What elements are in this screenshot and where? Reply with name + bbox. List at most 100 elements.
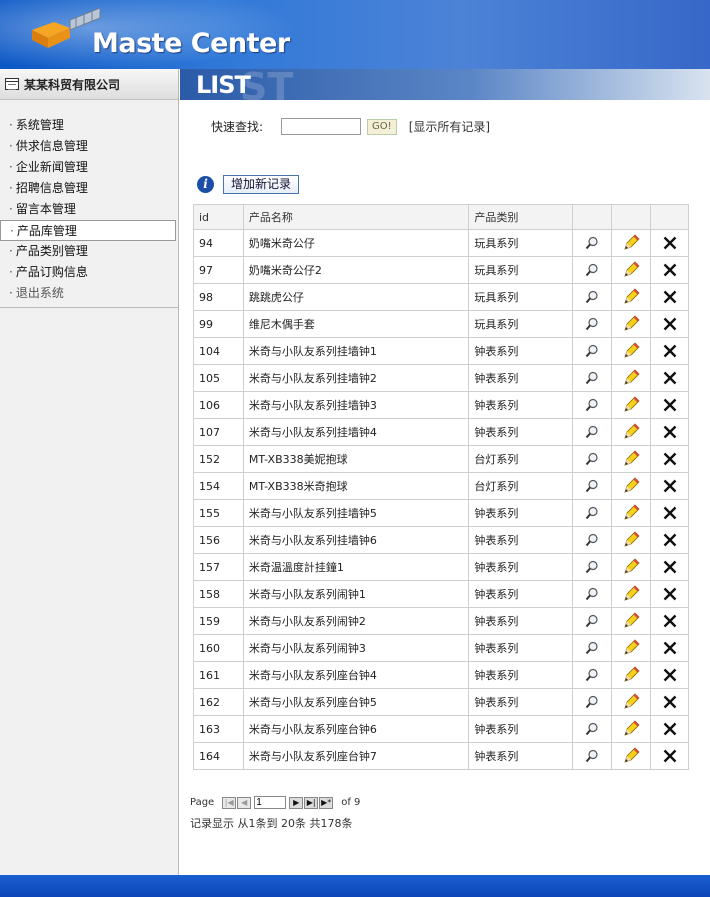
- close-x-icon[interactable]: [663, 398, 677, 412]
- close-x-icon[interactable]: [663, 560, 677, 574]
- pencil-icon[interactable]: [622, 234, 640, 250]
- pencil-icon[interactable]: [622, 747, 640, 763]
- pencil-icon[interactable]: [622, 396, 640, 412]
- new-page-button[interactable]: ▶*: [319, 796, 334, 809]
- pencil-icon[interactable]: [622, 342, 640, 358]
- page-title: LIST: [196, 71, 251, 99]
- cell-name: 米奇与小队友系列座台钟7: [242, 742, 470, 770]
- first-page-button[interactable]: |◀: [222, 796, 237, 809]
- pencil-icon[interactable]: [622, 693, 640, 709]
- header-view: [572, 204, 613, 230]
- close-x-icon[interactable]: [663, 344, 677, 358]
- pencil-icon[interactable]: [622, 423, 640, 439]
- magnifier-icon[interactable]: [585, 533, 599, 547]
- close-x-icon[interactable]: [663, 452, 677, 466]
- pencil-icon[interactable]: [622, 585, 640, 601]
- edit-cell: [611, 310, 652, 338]
- close-x-icon[interactable]: [663, 614, 677, 628]
- pencil-icon[interactable]: [622, 531, 640, 547]
- sidebar-item-guestbook[interactable]: · 留言本管理: [0, 199, 178, 220]
- pencil-icon[interactable]: [622, 504, 640, 520]
- prev-page-button[interactable]: ◀: [237, 796, 252, 809]
- close-x-icon[interactable]: [663, 749, 677, 763]
- pencil-icon[interactable]: [622, 288, 640, 304]
- close-x-icon[interactable]: [663, 317, 677, 331]
- add-record-button[interactable]: 增加新记录: [223, 175, 300, 194]
- bullet-icon: ·: [9, 160, 13, 174]
- cell-id: 94: [193, 229, 244, 257]
- last-page-button[interactable]: ▶|: [304, 796, 319, 809]
- magnifier-icon[interactable]: [585, 263, 599, 277]
- delete-cell: [650, 634, 689, 662]
- bullet-icon: ·: [9, 181, 13, 195]
- sidebar-item-products[interactable]: · 产品库管理: [0, 220, 176, 241]
- document-icon: [5, 78, 19, 90]
- page-number-input[interactable]: [254, 796, 287, 809]
- view-cell: [572, 499, 613, 527]
- close-x-icon[interactable]: [663, 587, 677, 601]
- pencil-icon[interactable]: [622, 720, 640, 736]
- pencil-icon[interactable]: [622, 450, 640, 466]
- sidebar-item-recruit[interactable]: · 招聘信息管理: [0, 178, 178, 199]
- table-row: 104 米奇与小队友系列挂墙钟1 钟表系列: [193, 337, 689, 365]
- magnifier-icon[interactable]: [585, 479, 599, 493]
- magnifier-icon[interactable]: [585, 587, 599, 601]
- cell-name: 米奇与小队友系列闹钟3: [242, 634, 470, 662]
- edit-cell: [611, 364, 652, 392]
- close-x-icon[interactable]: [663, 263, 677, 277]
- search-input[interactable]: [281, 118, 362, 135]
- close-x-icon[interactable]: [663, 506, 677, 520]
- sidebar-item-categories[interactable]: · 产品类别管理: [0, 241, 178, 262]
- close-x-icon[interactable]: [663, 425, 677, 439]
- pencil-icon[interactable]: [622, 315, 640, 331]
- pencil-icon[interactable]: [622, 261, 640, 277]
- close-x-icon[interactable]: [663, 371, 677, 385]
- magnifier-icon[interactable]: [585, 641, 599, 655]
- magnifier-icon[interactable]: [585, 614, 599, 628]
- magnifier-icon[interactable]: [585, 317, 599, 331]
- delete-cell: [650, 256, 689, 284]
- magnifier-icon[interactable]: [585, 695, 599, 709]
- edit-cell: [611, 607, 652, 635]
- magnifier-icon[interactable]: [585, 425, 599, 439]
- close-x-icon[interactable]: [663, 533, 677, 547]
- magnifier-icon[interactable]: [585, 236, 599, 250]
- sidebar-item-system[interactable]: · 系统管理: [0, 115, 178, 136]
- close-x-icon[interactable]: [663, 695, 677, 709]
- go-button[interactable]: GO!: [367, 118, 397, 135]
- pencil-icon[interactable]: [622, 639, 640, 655]
- magnifier-icon[interactable]: [585, 722, 599, 736]
- next-page-button[interactable]: ▶: [289, 796, 304, 809]
- magnifier-icon[interactable]: [585, 749, 599, 763]
- close-x-icon[interactable]: [663, 722, 677, 736]
- close-x-icon[interactable]: [663, 641, 677, 655]
- cell-id: 156: [193, 526, 244, 554]
- pencil-icon[interactable]: [622, 477, 640, 493]
- table-row: 155 米奇与小队友系列挂墙钟5 钟表系列: [193, 499, 689, 527]
- close-x-icon[interactable]: [663, 479, 677, 493]
- pencil-icon[interactable]: [622, 666, 640, 682]
- magnifier-icon[interactable]: [585, 290, 599, 304]
- magnifier-icon[interactable]: [585, 668, 599, 682]
- sidebar-item-logout[interactable]: · 退出系统: [0, 283, 178, 304]
- magnifier-icon[interactable]: [585, 452, 599, 466]
- delete-cell: [650, 337, 689, 365]
- pencil-icon[interactable]: [622, 369, 640, 385]
- magnifier-icon[interactable]: [585, 344, 599, 358]
- cell-category: 钟表系列: [468, 661, 574, 689]
- magnifier-icon[interactable]: [585, 560, 599, 574]
- pencil-icon[interactable]: [622, 558, 640, 574]
- magnifier-icon[interactable]: [585, 398, 599, 412]
- view-cell: [572, 688, 613, 716]
- pencil-icon[interactable]: [622, 612, 640, 628]
- magnifier-icon[interactable]: [585, 371, 599, 385]
- close-x-icon[interactable]: [663, 236, 677, 250]
- sidebar-item-orders[interactable]: · 产品订购信息: [0, 262, 178, 283]
- cell-category: 钟表系列: [468, 688, 574, 716]
- sidebar-item-supply-demand[interactable]: · 供求信息管理: [0, 136, 178, 157]
- show-all-link[interactable]: [显示所有记录]: [409, 118, 490, 135]
- magnifier-icon[interactable]: [585, 506, 599, 520]
- close-x-icon[interactable]: [663, 290, 677, 304]
- sidebar-item-news[interactable]: · 企业新闻管理: [0, 157, 178, 178]
- close-x-icon[interactable]: [663, 668, 677, 682]
